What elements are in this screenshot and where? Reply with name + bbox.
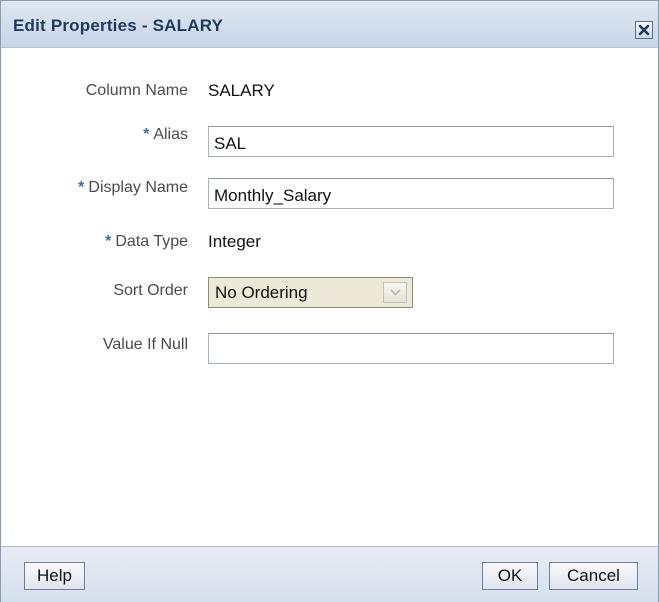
chevron-down-icon [390,289,401,296]
sort-order-selected: No Ordering [215,283,308,302]
ok-button[interactable]: OK [482,562,538,590]
cancel-button[interactable]: Cancel [549,562,638,590]
dialog-title: Edit Properties - SALARY [13,16,224,35]
close-button[interactable] [635,21,653,39]
column-name-value: SALARY [208,81,275,100]
close-icon [638,24,650,36]
display-name-label: * Display Name [78,179,188,196]
data-type-value: Integer [208,232,261,251]
required-marker: * [143,126,150,143]
alias-label: * Alias [143,126,188,143]
required-marker: * [78,179,85,196]
data-type-label: * Data Type [105,233,188,250]
dialog-footer: Help OK Cancel [1,546,658,602]
value-if-null-label: Value If Null [102,336,188,353]
dropdown-arrow-button[interactable] [383,282,407,303]
display-name-input[interactable] [208,178,614,209]
required-marker: * [105,233,112,250]
sort-order-label: Sort Order [113,282,188,299]
alias-input[interactable] [208,126,614,157]
help-button[interactable]: Help [24,562,85,590]
dialog-titlebar: Edit Properties - SALARY [1,1,658,48]
edit-properties-dialog: Edit Properties - SALARY Column Name SAL… [0,0,659,602]
sort-order-select[interactable]: No Ordering [208,277,413,308]
value-if-null-input[interactable] [208,333,614,364]
column-name-label: Column Name [85,82,188,99]
